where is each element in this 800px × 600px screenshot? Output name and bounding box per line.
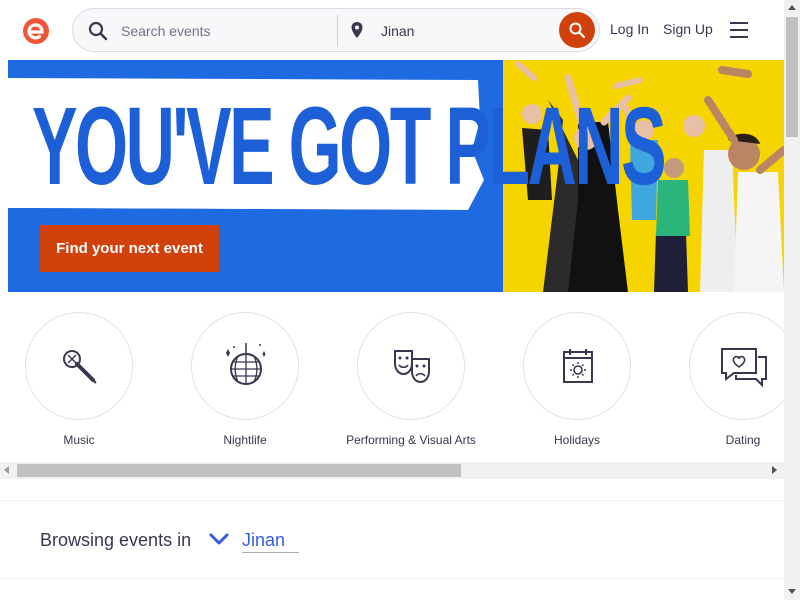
signup-link[interactable]: Sign Up — [663, 21, 713, 37]
scroll-up-arrow-icon[interactable] — [788, 5, 796, 10]
microphone-icon — [63, 350, 97, 384]
calendar-sun-icon — [563, 349, 593, 383]
category-nightlife[interactable]: Nightlife — [180, 312, 310, 448]
category-label: Music — [63, 433, 95, 447]
category-carousel: Music Nightlife Performing & Visual Arts… — [0, 300, 784, 465]
top-header: Log In Sign Up — [0, 0, 784, 60]
search-icon — [569, 22, 586, 39]
theater-masks-icon — [394, 350, 430, 384]
category-holidays[interactable]: Holidays — [512, 312, 642, 448]
category-dating-circle[interactable] — [689, 312, 784, 420]
search-submit-button[interactable] — [559, 12, 595, 48]
eventbrite-logo-icon[interactable] — [22, 17, 50, 45]
horizontal-scroll-thumb[interactable] — [17, 464, 461, 477]
hero-banner: YOU'VE GOT PLANS Find your next event — [8, 60, 784, 292]
hero-headline: YOU'VE GOT PLANS — [32, 85, 667, 208]
login-link[interactable]: Log In — [610, 21, 649, 37]
chevron-down-icon[interactable] — [208, 531, 230, 549]
category-nightlife-circle[interactable] — [191, 312, 299, 420]
search-bar — [72, 8, 600, 52]
category-music-circle[interactable] — [25, 312, 133, 420]
disco-ball-icon — [226, 343, 266, 385]
section-divider — [0, 500, 784, 501]
find-next-event-button[interactable]: Find your next event — [40, 225, 219, 272]
category-holidays-circle[interactable] — [523, 312, 631, 420]
search-divider — [337, 15, 338, 47]
browsing-events-label: Browsing events in — [40, 530, 192, 550]
browsing-location-selector[interactable]: Jinan — [242, 530, 300, 553]
category-dating[interactable]: Dating — [678, 312, 784, 448]
category-performing-visual-arts[interactable]: Performing & Visual Arts — [346, 312, 476, 448]
category-label: Nightlife — [223, 433, 267, 447]
scroll-right-arrow-icon[interactable] — [772, 466, 777, 474]
heart-chat-icon — [721, 348, 767, 388]
horizontal-scrollbar[interactable] — [0, 462, 784, 479]
hamburger-menu-icon[interactable] — [730, 22, 748, 38]
search-input[interactable] — [121, 20, 321, 42]
scroll-left-arrow-icon[interactable] — [4, 466, 9, 474]
category-label: Holidays — [553, 433, 601, 447]
category-label: Performing & Visual Arts — [346, 433, 476, 447]
category-label: Dating — [725, 433, 761, 447]
location-pin-icon — [349, 20, 365, 42]
vertical-scrollbar[interactable] — [784, 0, 800, 600]
search-icon — [87, 20, 109, 42]
section-divider — [0, 578, 784, 579]
category-music[interactable]: Music — [14, 312, 144, 448]
scroll-down-arrow-icon[interactable] — [788, 589, 796, 594]
category-performing-arts-circle[interactable] — [357, 312, 465, 420]
location-input[interactable] — [381, 20, 541, 42]
vertical-scroll-thumb[interactable] — [786, 17, 798, 137]
